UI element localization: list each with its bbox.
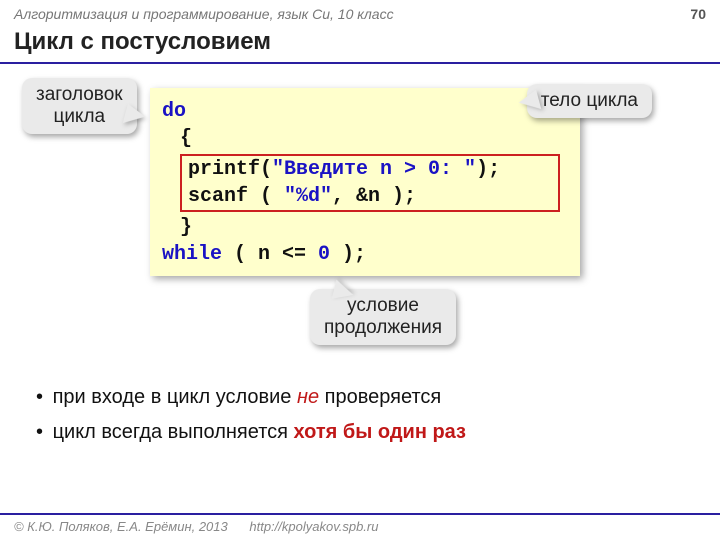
cond-b: ); (330, 243, 366, 266)
scanf-call-b: , &n ); (332, 185, 416, 208)
b1-b: проверяется (319, 386, 441, 408)
page-number: 70 (690, 6, 706, 22)
b1-a: при входе в цикл условие (53, 386, 297, 408)
scanf-call-a: scanf ( (188, 185, 284, 208)
cond-zero: 0 (318, 243, 330, 266)
b2-a: цикл всегда выполняется (53, 421, 294, 443)
callout-tail (122, 103, 146, 127)
cond-a: ( n <= (222, 243, 318, 266)
course-label: Алгоритмизация и программирование, язык … (14, 6, 394, 22)
kw-do: do (162, 100, 186, 123)
callout-header-l2: цикла (53, 106, 105, 127)
bullet-2: цикл всегда выполняется хотя бы один раз (36, 421, 466, 444)
footer: © К.Ю. Поляков, Е.А. Ерёмин, 2013 http:/… (0, 513, 720, 540)
printf-call-a: printf( (188, 158, 272, 181)
callout-body: тело цикла (527, 84, 652, 118)
page-title: Цикл с постусловием (0, 24, 720, 64)
code-block: do { printf("Введите n > 0: "); scanf ( … (150, 88, 580, 276)
b2-strong: хотя бы один раз (294, 421, 466, 443)
callout-body-text: тело цикла (541, 90, 638, 111)
bullet-1: при входе в цикл условие не проверяется (36, 386, 466, 409)
brace-open: { (162, 125, 568, 152)
callout-header-l1: заголовок (36, 84, 123, 105)
printf-str: "Введите n > 0: " (272, 158, 476, 181)
callout-condition-l1: условие (347, 295, 419, 316)
content-stage: do { printf("Введите n > 0: "); scanf ( … (0, 64, 720, 424)
footer-url: http://kpolyakov.spb.ru (249, 519, 378, 534)
b1-em: не (297, 386, 319, 408)
callout-tail (517, 90, 541, 114)
scanf-str: "%d" (284, 185, 332, 208)
kw-while: while (162, 243, 222, 266)
copyright: © К.Ю. Поляков, Е.А. Ерёмин, 2013 (14, 519, 228, 534)
brace-close: } (162, 214, 568, 241)
bullet-list: при входе в цикл условие не проверяется … (36, 386, 466, 456)
header: Алгоритмизация и программирование, язык … (0, 0, 720, 24)
callout-condition-l2: продолжения (324, 317, 442, 338)
loop-body-box: printf("Введите n > 0: "); scanf ( "%d",… (180, 154, 560, 212)
callout-condition: условие продолжения (310, 289, 456, 345)
callout-header: заголовок цикла (22, 78, 137, 134)
callout-tail (329, 277, 354, 299)
printf-call-b: ); (476, 158, 500, 181)
